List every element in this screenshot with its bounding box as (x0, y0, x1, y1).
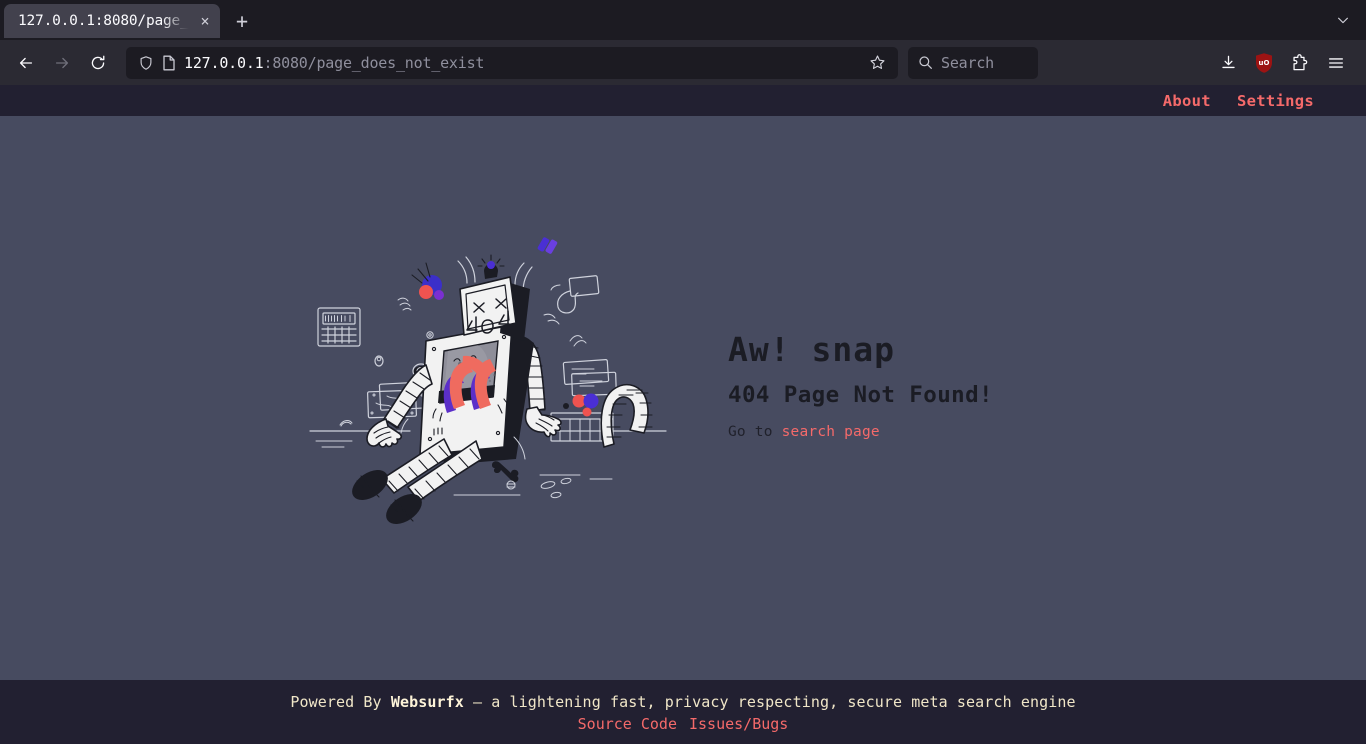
forward-arrow-icon[interactable] (46, 47, 78, 79)
footer-links: Source Code Issues/Bugs (578, 715, 789, 733)
broken-robot-404-illustration: .ln { fill:none; stroke:#cfd2dc; stroke-… (308, 233, 668, 533)
nav-link-about[interactable]: About (1163, 92, 1211, 110)
goto-prefix: Go to (728, 423, 782, 440)
toolbar-actions: uO (1212, 47, 1356, 79)
search-placeholder: Search (941, 53, 994, 72)
site-footer: Powered By Websurfx – a lightening fast,… (0, 680, 1366, 744)
browser-window: 127.0.0.1:8080/page_does_not_exist × + (0, 0, 1366, 744)
goto-search-line: Go to search page (728, 424, 1058, 440)
error-text-block: Aw! snap 404 Page Not Found! Go to searc… (728, 326, 1058, 440)
reload-icon[interactable] (82, 47, 114, 79)
error-hero: .ln { fill:none; stroke:#cfd2dc; stroke-… (0, 116, 1366, 680)
svg-text:uO: uO (1259, 59, 1270, 67)
error-subtitle: 404 Page Not Found! (728, 381, 993, 408)
search-bar[interactable]: Search (908, 46, 1038, 79)
extensions-puzzle-icon[interactable] (1284, 47, 1316, 79)
shield-icon[interactable] (138, 55, 154, 71)
search-icon (918, 55, 933, 70)
page-title: Aw! snap (728, 330, 895, 370)
browser-tab-active[interactable]: 127.0.0.1:8080/page_does_not_exist × (4, 4, 220, 38)
browser-toolbar: 127.0.0.1:8080/page_does_not_exist Searc… (0, 40, 1366, 85)
tab-strip: 127.0.0.1:8080/page_does_not_exist × + (0, 0, 1366, 40)
tabstrip-controls (1328, 6, 1358, 34)
page-viewport: About Settings .ln { fill:none; stroke:#… (0, 85, 1366, 744)
nav-link-settings[interactable]: Settings (1237, 92, 1314, 110)
close-icon[interactable]: × (194, 10, 216, 32)
footer-powered-prefix: Powered By (290, 693, 391, 711)
new-tab-button[interactable]: + (226, 5, 258, 37)
back-arrow-icon[interactable] (10, 47, 42, 79)
page-content: .ln { fill:none; stroke:#cfd2dc; stroke-… (0, 116, 1366, 680)
search-page-link[interactable]: search page (782, 424, 880, 440)
chevron-down-icon[interactable] (1328, 6, 1358, 34)
star-icon[interactable] (864, 50, 890, 76)
hamburger-menu-icon[interactable] (1320, 47, 1352, 79)
url-host: 127.0.0.1 (184, 53, 264, 72)
url-path: :8080/page_does_not_exist (263, 53, 485, 72)
footer-tagline-text: – a lightening fast, privacy respecting,… (463, 693, 1076, 711)
site-navigation: About Settings (0, 85, 1366, 116)
tab-title: 127.0.0.1:8080/page_does_not_exist (18, 13, 194, 29)
url-text[interactable]: 127.0.0.1:8080/page_does_not_exist (184, 54, 864, 72)
url-bar[interactable]: 127.0.0.1:8080/page_does_not_exist (126, 46, 898, 79)
footer-tagline: Powered By Websurfx – a lightening fast,… (290, 693, 1075, 711)
footer-link-issues-bugs[interactable]: Issues/Bugs (689, 715, 788, 733)
footer-brand: Websurfx (390, 693, 464, 711)
footer-link-source-code[interactable]: Source Code (578, 715, 677, 733)
ublock-shield-glyph: uO (1253, 51, 1275, 75)
download-icon[interactable] (1212, 47, 1244, 79)
page-document-icon[interactable] (162, 55, 176, 71)
ublock-origin-shield-icon[interactable]: uO (1248, 47, 1280, 79)
